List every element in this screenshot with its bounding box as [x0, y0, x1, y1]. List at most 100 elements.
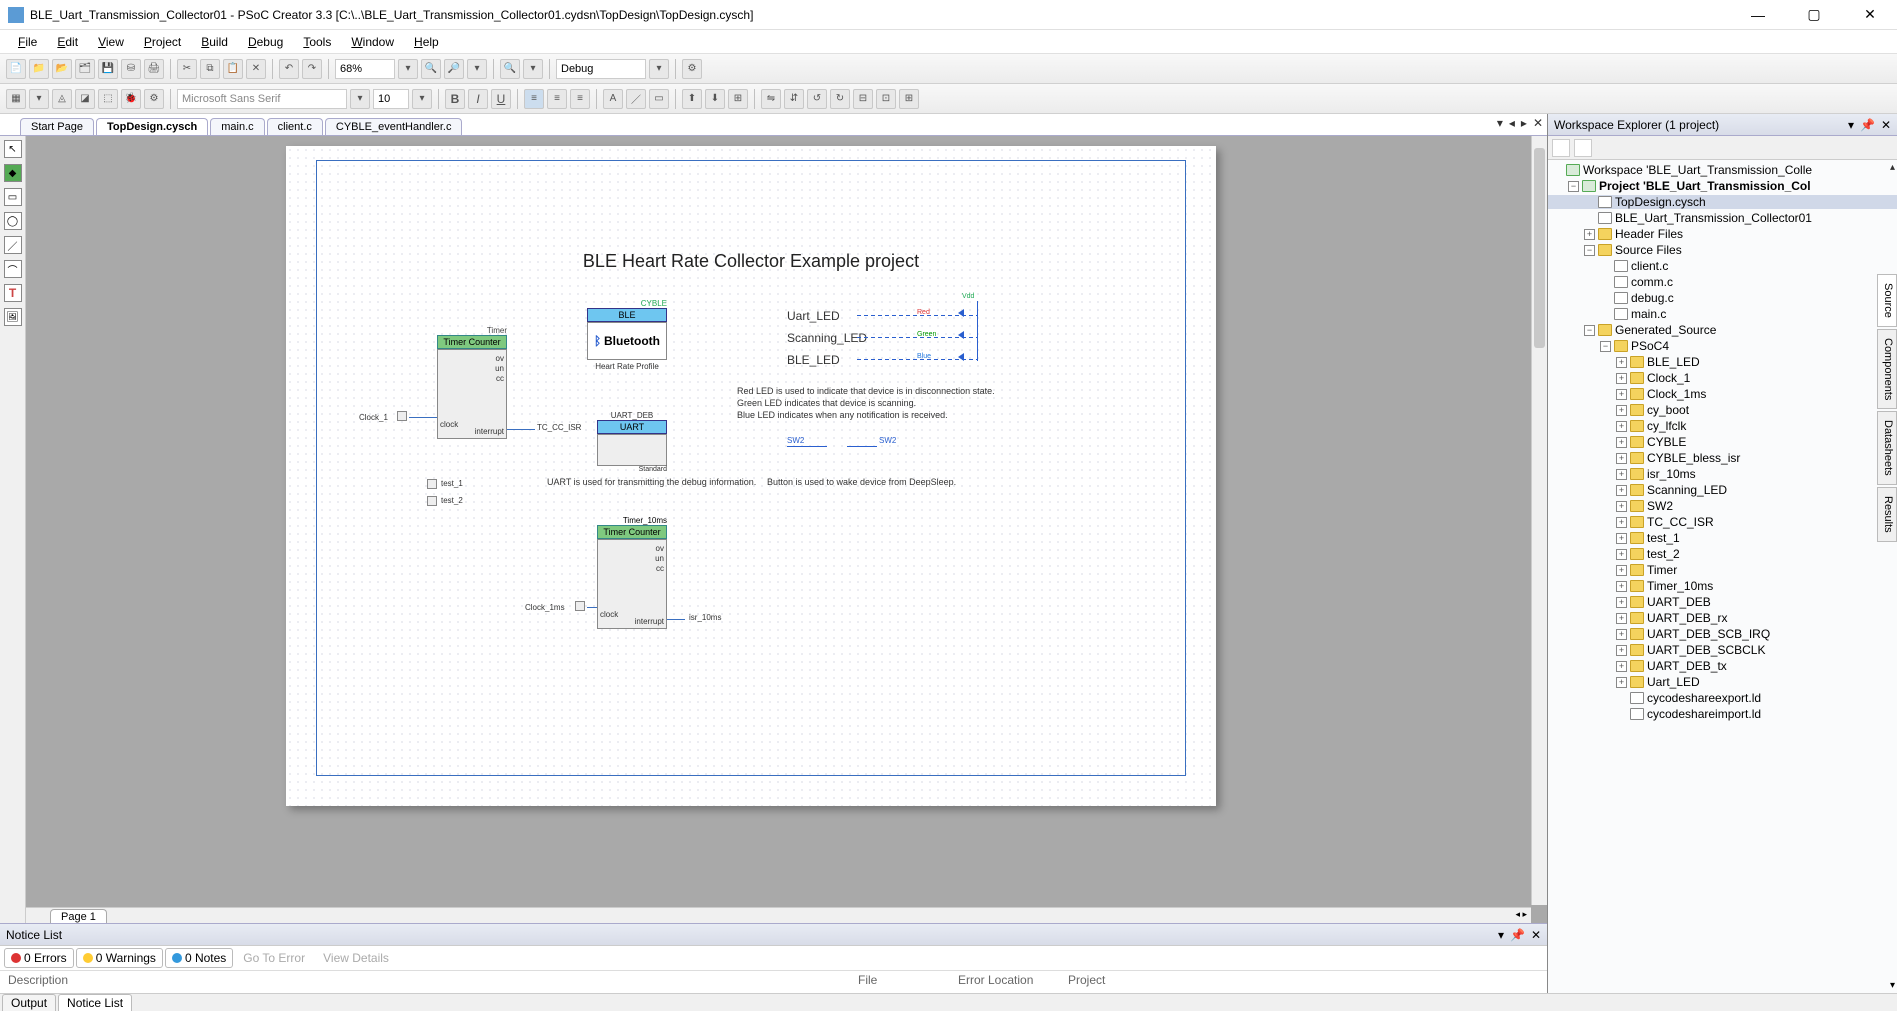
minimize-button[interactable]: —: [1739, 7, 1777, 23]
scanning-led-net[interactable]: Scanning_LED Green: [787, 331, 987, 345]
font-dropdown-icon[interactable]: ▾: [350, 89, 370, 109]
tree-expander[interactable]: +: [1616, 389, 1627, 400]
tree-expander[interactable]: +: [1616, 597, 1627, 608]
tree-item[interactable]: cycodeshareimport.ld: [1647, 707, 1761, 721]
page-tab[interactable]: Page 1: [50, 909, 107, 923]
tree-item[interactable]: Generated_Source: [1615, 323, 1716, 337]
tree-item[interactable]: Scanning_LED: [1647, 483, 1727, 497]
side-tab-datasheets[interactable]: Datasheets: [1877, 411, 1897, 485]
send-back-icon[interactable]: ⬇: [705, 89, 725, 109]
ellipse-tool-icon[interactable]: ◯: [4, 212, 22, 230]
tree-item[interactable]: cy_boot: [1647, 403, 1689, 417]
test-2-pin[interactable]: [427, 496, 437, 506]
tree-item[interactable]: UART_DEB_SCB_IRQ: [1647, 627, 1770, 641]
tree-item[interactable]: test_2: [1647, 547, 1680, 561]
tree-item[interactable]: BLE_LED: [1647, 355, 1700, 369]
font-combo[interactable]: [177, 89, 347, 109]
redo-icon[interactable]: ↷: [302, 59, 322, 79]
side-tab-results[interactable]: Results: [1877, 487, 1897, 542]
tree-item[interactable]: BLE_Uart_Transmission_Collector01: [1615, 211, 1812, 225]
italic-icon[interactable]: I: [468, 89, 488, 109]
tree-expander[interactable]: +: [1616, 405, 1627, 416]
warnings-tab[interactable]: 0 Warnings: [76, 948, 163, 968]
tree-item[interactable]: Timer: [1647, 563, 1677, 577]
find-dropdown-icon[interactable]: ▾: [523, 59, 543, 79]
project-tree[interactable]: ▴ Workspace 'BLE_Uart_Transmission_Colle…: [1548, 160, 1897, 993]
rotate-r-icon[interactable]: ↻: [830, 89, 850, 109]
flip-h-icon[interactable]: ⇋: [761, 89, 781, 109]
sw2-b[interactable]: SW2: [879, 436, 896, 445]
undo-icon[interactable]: ↶: [279, 59, 299, 79]
notice-menu-icon[interactable]: ▾: [1498, 928, 1504, 942]
flip-v-icon[interactable]: ⇵: [784, 89, 804, 109]
tab-client-c[interactable]: client.c: [267, 118, 323, 135]
new-icon[interactable]: 📄: [6, 59, 26, 79]
menu-help[interactable]: Help: [406, 33, 447, 51]
gear-icon[interactable]: ⚙: [144, 89, 164, 109]
snap-icon[interactable]: ⊞: [899, 89, 919, 109]
print-icon[interactable]: 🖨: [144, 59, 164, 79]
arc-tool-icon[interactable]: ⌒: [4, 260, 22, 278]
uart-component[interactable]: UART_DEB UART Standard: [597, 411, 667, 473]
tree-item[interactable]: Timer_10ms: [1647, 579, 1713, 593]
tree-expander[interactable]: −: [1584, 245, 1595, 256]
line-tool-icon[interactable]: ／: [4, 236, 22, 254]
tree-item[interactable]: Header Files: [1615, 227, 1683, 241]
tree-expander[interactable]: +: [1616, 613, 1627, 624]
font-size-combo[interactable]: [373, 89, 409, 109]
errors-tab[interactable]: 0 Errors: [4, 948, 74, 968]
tree-expander[interactable]: −: [1584, 325, 1595, 336]
find-icon[interactable]: 🔍: [500, 59, 520, 79]
menu-tools[interactable]: Tools: [295, 33, 339, 51]
col-file[interactable]: File: [858, 973, 958, 987]
wire-tool-icon[interactable]: ◆: [4, 164, 22, 182]
component-icon[interactable]: ▦: [6, 89, 26, 109]
col-description[interactable]: Description: [8, 973, 858, 987]
clock-1-symbol[interactable]: [397, 411, 407, 421]
tree-expander[interactable]: +: [1616, 629, 1627, 640]
tree-expander[interactable]: +: [1616, 469, 1627, 480]
font-size-dropdown-icon[interactable]: ▾: [412, 89, 432, 109]
align-left-icon[interactable]: ≡: [524, 89, 544, 109]
rect-tool-icon[interactable]: ▭: [4, 188, 22, 206]
tree-expander[interactable]: +: [1616, 357, 1627, 368]
tree-item[interactable]: UART_DEB_rx: [1647, 611, 1727, 625]
ws-tool-1-icon[interactable]: [1552, 139, 1570, 157]
tree-expander[interactable]: +: [1584, 229, 1595, 240]
clock-1ms-symbol[interactable]: [575, 601, 585, 611]
zoom-out-icon[interactable]: 🔍: [421, 59, 441, 79]
tool-b-icon[interactable]: ◪: [75, 89, 95, 109]
tree-item[interactable]: UART_DEB: [1647, 595, 1711, 609]
tree-item[interactable]: main.c: [1631, 307, 1666, 321]
open-icon[interactable]: 📂: [52, 59, 72, 79]
menu-view[interactable]: View: [90, 33, 132, 51]
ws-pin-icon[interactable]: 📌: [1860, 118, 1875, 132]
tree-item[interactable]: UART_DEB_SCBCLK: [1647, 643, 1766, 657]
fill-color-icon[interactable]: ▭: [649, 89, 669, 109]
tree-expander[interactable]: +: [1616, 437, 1627, 448]
tree-expander[interactable]: +: [1616, 517, 1627, 528]
tree-expander[interactable]: +: [1616, 421, 1627, 432]
tree-item[interactable]: Clock_1ms: [1647, 387, 1706, 401]
notes-tab[interactable]: 0 Notes: [165, 948, 233, 968]
save-all-icon[interactable]: ⛁: [121, 59, 141, 79]
tree-up-icon[interactable]: ▴: [1890, 162, 1895, 173]
text-color-icon[interactable]: A: [603, 89, 623, 109]
distribute-icon[interactable]: ⊡: [876, 89, 896, 109]
new-project-icon[interactable]: 📁: [29, 59, 49, 79]
underline-icon[interactable]: U: [491, 89, 511, 109]
tree-expander[interactable]: +: [1616, 661, 1627, 672]
ble-led-net[interactable]: BLE_LED Blue: [787, 353, 987, 367]
vertical-scrollbar[interactable]: [1531, 136, 1547, 905]
tree-item[interactable]: Uart_LED: [1647, 675, 1700, 689]
tree-item[interactable]: CYBLE_bless_isr: [1647, 451, 1740, 465]
tab-start-page[interactable]: Start Page: [20, 118, 94, 135]
tree-item[interactable]: Project 'BLE_Uart_Transmission_Col: [1599, 179, 1811, 193]
tree-item[interactable]: comm.c: [1631, 275, 1673, 289]
tree-expander[interactable]: +: [1616, 373, 1627, 384]
close-button[interactable]: ✕: [1851, 6, 1889, 23]
config-combo[interactable]: [556, 59, 646, 79]
group-icon[interactable]: ⊞: [728, 89, 748, 109]
tree-item[interactable]: Clock_1: [1647, 371, 1690, 385]
save-icon[interactable]: 💾: [98, 59, 118, 79]
